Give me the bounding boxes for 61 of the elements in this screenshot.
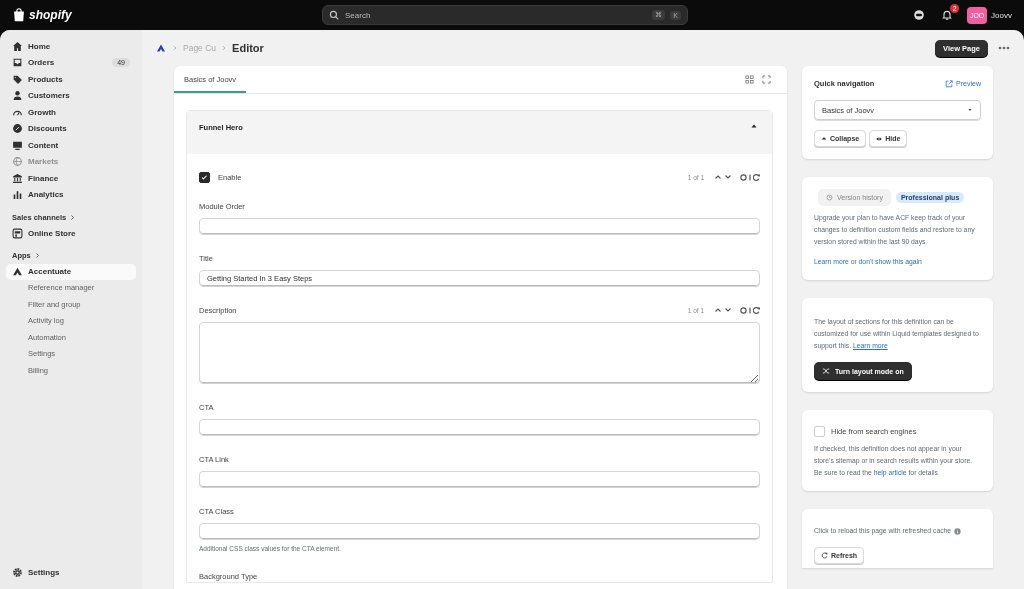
chevron-down-icon [724,307,732,313]
settings-icon [12,567,23,579]
divider-icon [749,173,751,181]
circle-icon [740,306,747,314]
expand-icon [762,75,771,84]
tag-icon [12,73,23,85]
user-name[interactable]: Joovv [991,10,1012,20]
checkbox[interactable] [199,171,210,183]
bar-chart-icon [12,189,23,201]
grid-icon [745,75,754,84]
external-link-icon [945,79,954,88]
globe-icon [12,156,23,168]
bell-icon [941,9,954,21]
text-field[interactable] [199,523,760,540]
page-title: Editor [232,42,264,54]
logo-wordmark: shopify [29,8,72,22]
mountain-logo-icon [155,43,167,53]
check-icon [201,173,208,181]
refresh-icon [821,552,828,559]
chevron-right-icon [172,45,178,51]
chevron-down-icon [724,174,732,180]
nav-item[interactable]: Growth [6,104,136,121]
chevron-right-icon [221,45,228,51]
nav-item[interactable]: Accentuate [6,263,136,280]
chevron-up-icon [714,307,722,313]
home-icon [12,40,23,52]
more-icon [998,46,1010,50]
nav-item[interactable]: Discounts [6,120,136,137]
inbox-icon [12,57,23,69]
chevron-right-icon [69,213,77,221]
nav-item[interactable]: Analytics [6,186,136,203]
nav-item[interactable]: Customers [6,87,136,104]
refresh-icon [753,173,760,181]
search-icon [329,9,340,21]
discount-icon [12,123,23,135]
text-area[interactable] [199,322,760,384]
divider-icon [749,306,751,314]
text-field[interactable] [199,471,760,488]
caret-up-icon [821,135,827,142]
chevron-right-icon [33,252,41,259]
text-field[interactable] [199,218,760,235]
nav-item[interactable]: Settings [6,564,136,581]
shopping-bag-icon [12,7,26,23]
nav-item[interactable]: Online Store [6,225,136,242]
nav-item[interactable]: Content [6,137,136,154]
info-icon [954,527,962,535]
mountain-logo-icon [12,266,23,278]
store-icon [12,227,23,239]
chevron-up-icon [714,174,722,180]
nav-item[interactable]: Finance [6,170,136,187]
clock-icon [826,194,833,201]
nav-item[interactable]: Home [6,38,136,55]
monitor-icon [12,139,23,151]
text-field[interactable] [199,419,760,436]
search-input[interactable]: Search [345,10,648,20]
refresh-icon [753,306,760,314]
bank-icon [12,172,23,184]
caret-down-icon [967,108,973,112]
person-icon [12,90,23,102]
circle-icon [740,173,747,181]
nav-item[interactable]: Products [6,71,136,88]
